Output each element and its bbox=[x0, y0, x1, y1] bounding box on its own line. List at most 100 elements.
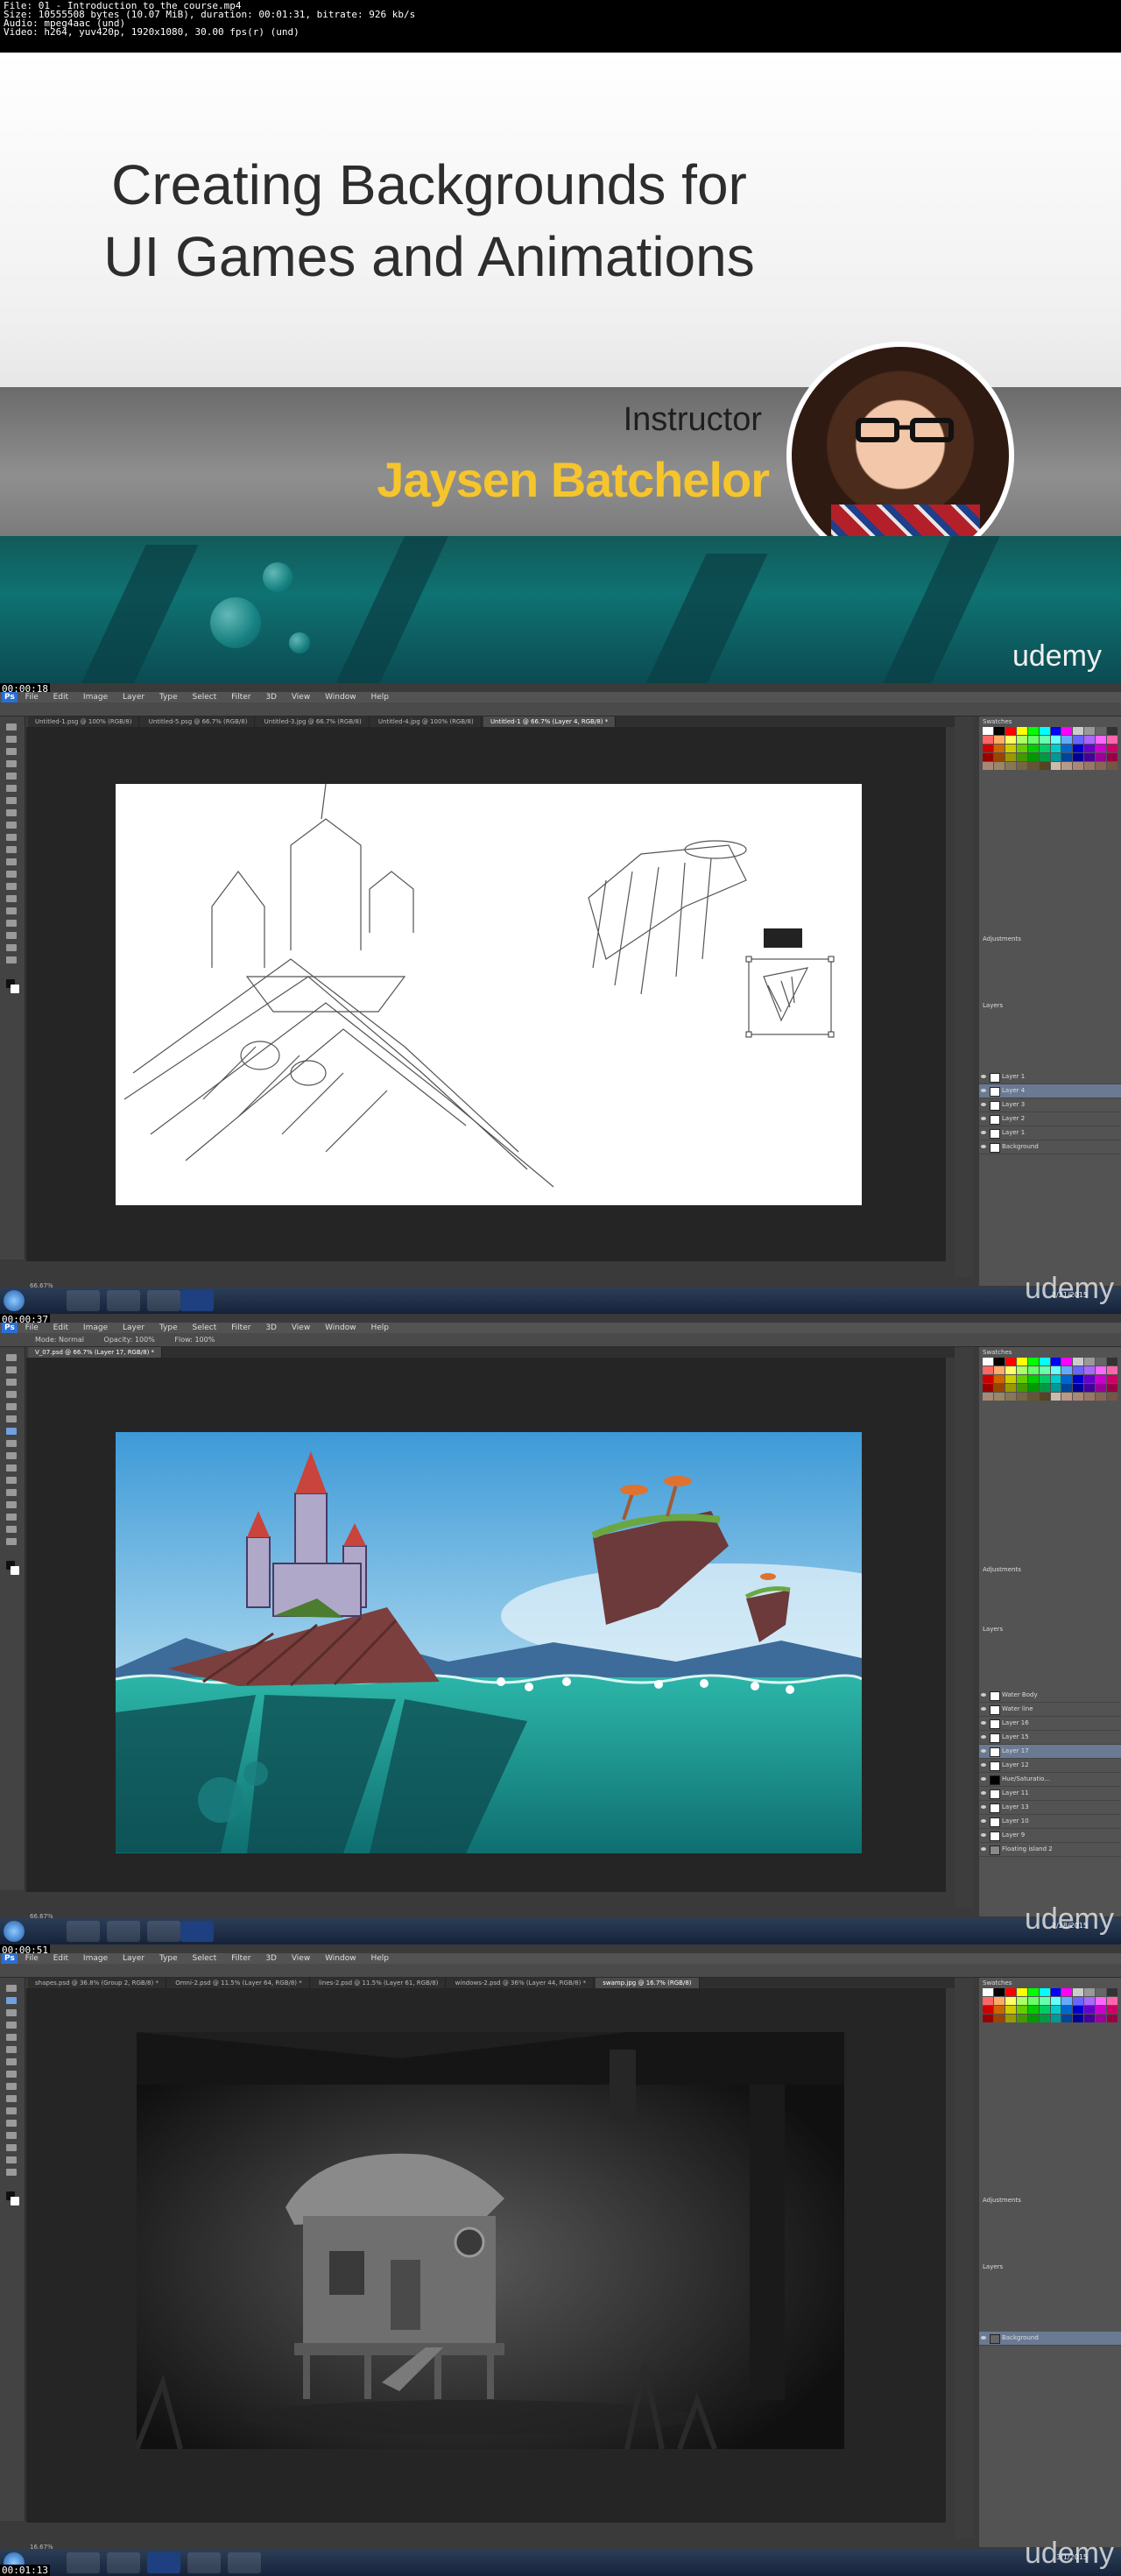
menu-3d[interactable]: 3D bbox=[265, 693, 277, 702]
eraser-tool-icon[interactable] bbox=[6, 846, 17, 853]
document-tab[interactable]: Untitled-5.psg @ 66.7% (RGB/8) bbox=[142, 716, 256, 727]
menu-layer[interactable]: Layer bbox=[123, 1954, 145, 1963]
swamp-canvas[interactable] bbox=[137, 2032, 844, 2449]
menu-layer[interactable]: Layer bbox=[123, 693, 145, 702]
lasso-tool-icon[interactable] bbox=[6, 2009, 17, 2016]
eye-icon[interactable] bbox=[981, 1791, 986, 1795]
swatches-grid[interactable] bbox=[983, 1988, 1117, 2022]
type-tool-icon[interactable] bbox=[6, 907, 17, 914]
layer-row[interactable]: Layer 13 bbox=[979, 1801, 1121, 1815]
dodge-tool-icon[interactable] bbox=[6, 883, 17, 890]
crop-tool-icon[interactable] bbox=[6, 2034, 17, 2041]
eye-icon[interactable] bbox=[981, 1693, 986, 1697]
crop-tool-icon[interactable] bbox=[6, 1403, 17, 1410]
eye-icon[interactable] bbox=[981, 1805, 986, 1809]
quick-select-tool-icon[interactable] bbox=[6, 760, 17, 767]
eye-icon[interactable] bbox=[981, 1763, 986, 1767]
menu-edit[interactable]: Edit bbox=[53, 1954, 68, 1963]
firefox-icon[interactable] bbox=[147, 1921, 180, 1942]
layer-row[interactable]: Background bbox=[979, 1140, 1121, 1154]
eye-icon[interactable] bbox=[981, 1145, 986, 1148]
explorer-icon[interactable] bbox=[107, 2552, 140, 2573]
swatches-grid[interactable] bbox=[983, 1358, 1117, 1401]
eye-icon[interactable] bbox=[981, 1847, 986, 1851]
layer-row[interactable]: Floating island 2 bbox=[979, 1843, 1121, 1857]
background-color-icon[interactable] bbox=[11, 2197, 19, 2205]
stamp-tool-icon[interactable] bbox=[6, 1440, 17, 1447]
hand-tool-icon[interactable] bbox=[6, 2156, 17, 2163]
menu-3d[interactable]: 3D bbox=[265, 1954, 277, 1963]
menu-help[interactable]: Help bbox=[370, 693, 389, 702]
layer-row[interactable]: Layer 10 bbox=[979, 1815, 1121, 1829]
brush-tool-icon[interactable] bbox=[6, 809, 17, 816]
start-button-icon[interactable] bbox=[4, 1921, 25, 1942]
swatches-grid[interactable] bbox=[983, 727, 1117, 770]
chrome-icon[interactable] bbox=[67, 1290, 100, 1311]
healing-tool-icon[interactable] bbox=[6, 797, 17, 804]
menu-type[interactable]: Type bbox=[159, 1954, 178, 1963]
background-color-icon[interactable] bbox=[11, 985, 19, 993]
eye-icon[interactable] bbox=[981, 1707, 986, 1711]
layer-row[interactable]: Water line bbox=[979, 1703, 1121, 1717]
chrome-icon[interactable] bbox=[67, 1921, 100, 1942]
document-tab-active[interactable]: Untitled-1 @ 66.7% (Layer 4, RGB/8) * bbox=[483, 716, 617, 727]
firefox-icon[interactable] bbox=[187, 2552, 221, 2573]
eyedropper-tool-icon[interactable] bbox=[6, 785, 17, 792]
menu-file[interactable]: File bbox=[25, 1954, 39, 1963]
lasso-tool-icon[interactable] bbox=[6, 748, 17, 755]
eye-icon[interactable] bbox=[981, 1131, 986, 1134]
eye-icon[interactable] bbox=[981, 1075, 986, 1078]
start-button-icon[interactable] bbox=[4, 1290, 25, 1311]
menu-view[interactable]: View bbox=[292, 1954, 310, 1963]
menu-select[interactable]: Select bbox=[193, 693, 217, 702]
zoom-tool-icon[interactable] bbox=[6, 956, 17, 963]
quick-select-tool-icon[interactable] bbox=[6, 2022, 17, 2029]
move-tool-icon[interactable] bbox=[6, 1985, 17, 1992]
layer-row[interactable]: Layer 1 bbox=[979, 1070, 1121, 1084]
move-tool-icon[interactable] bbox=[6, 1354, 17, 1361]
quick-select-tool-icon[interactable] bbox=[6, 1391, 17, 1398]
history-brush-icon[interactable] bbox=[6, 834, 17, 841]
document-tab[interactable]: lines-2.psd @ 11.5% (Layer 61, RGB/8) bbox=[312, 1978, 447, 1988]
layer-row[interactable]: Layer 16 bbox=[979, 1717, 1121, 1731]
gradient-tool-icon[interactable] bbox=[6, 858, 17, 865]
hand-tool-icon[interactable] bbox=[6, 944, 17, 951]
hand-tool-icon[interactable] bbox=[6, 1526, 17, 1533]
move-tool-icon[interactable] bbox=[6, 723, 17, 730]
layer-row[interactable]: Layer 12 bbox=[979, 1759, 1121, 1773]
flow-field[interactable]: Flow: 100% bbox=[174, 1336, 215, 1344]
brush-mode-select[interactable]: Mode: Normal bbox=[35, 1336, 84, 1344]
eraser-tool-icon[interactable] bbox=[6, 1452, 17, 1459]
menu-image[interactable]: Image bbox=[83, 1954, 108, 1963]
type-tool-icon[interactable] bbox=[6, 1501, 17, 1508]
marquee-tool-icon[interactable] bbox=[6, 1366, 17, 1373]
menu-filter[interactable]: Filter bbox=[231, 1323, 250, 1332]
document-tab-active[interactable]: V_07.psd @ 66.7% (Layer 17, RGB/8) * bbox=[28, 1347, 163, 1358]
eye-icon[interactable] bbox=[981, 1749, 986, 1753]
menu-window[interactable]: Window bbox=[325, 1954, 356, 1963]
explorer-icon[interactable] bbox=[107, 1921, 140, 1942]
document-tab[interactable]: Untitled-4.jpg @ 100% (RGB/8) bbox=[371, 716, 482, 727]
menu-edit[interactable]: Edit bbox=[53, 1323, 68, 1332]
pen-tool-icon[interactable] bbox=[6, 2120, 17, 2127]
eye-icon[interactable] bbox=[981, 1089, 986, 1092]
layer-row[interactable]: Layer 3 bbox=[979, 1098, 1121, 1112]
document-tab[interactable]: Untitled-1.psg @ 100% (RGB/8) bbox=[28, 716, 140, 727]
menu-filter[interactable]: Filter bbox=[231, 1954, 250, 1963]
photoshop-task-icon[interactable] bbox=[180, 1921, 214, 1942]
dodge-tool-icon[interactable] bbox=[6, 2107, 17, 2114]
document-tab[interactable]: Omni-2.psd @ 11.5% (Layer 64, RGB/8) * bbox=[168, 1978, 310, 1988]
photoshop-task-icon[interactable] bbox=[147, 2552, 180, 2573]
document-tab[interactable]: windows-2.psd @ 36% (Layer 44, RGB/8) * bbox=[448, 1978, 595, 1988]
layer-row-selected[interactable]: Layer 4 bbox=[979, 1084, 1121, 1098]
menu-3d[interactable]: 3D bbox=[265, 1323, 277, 1332]
menu-filter[interactable]: Filter bbox=[231, 693, 250, 702]
photoshop-task-icon[interactable] bbox=[180, 1290, 214, 1311]
shape-tool-icon[interactable] bbox=[6, 1514, 17, 1521]
menu-help[interactable]: Help bbox=[370, 1323, 389, 1332]
menu-select[interactable]: Select bbox=[193, 1954, 217, 1963]
explorer-icon[interactable] bbox=[107, 1290, 140, 1311]
eye-icon[interactable] bbox=[981, 2336, 986, 2340]
chrome-icon[interactable] bbox=[67, 2552, 100, 2573]
menu-type[interactable]: Type bbox=[159, 693, 178, 702]
